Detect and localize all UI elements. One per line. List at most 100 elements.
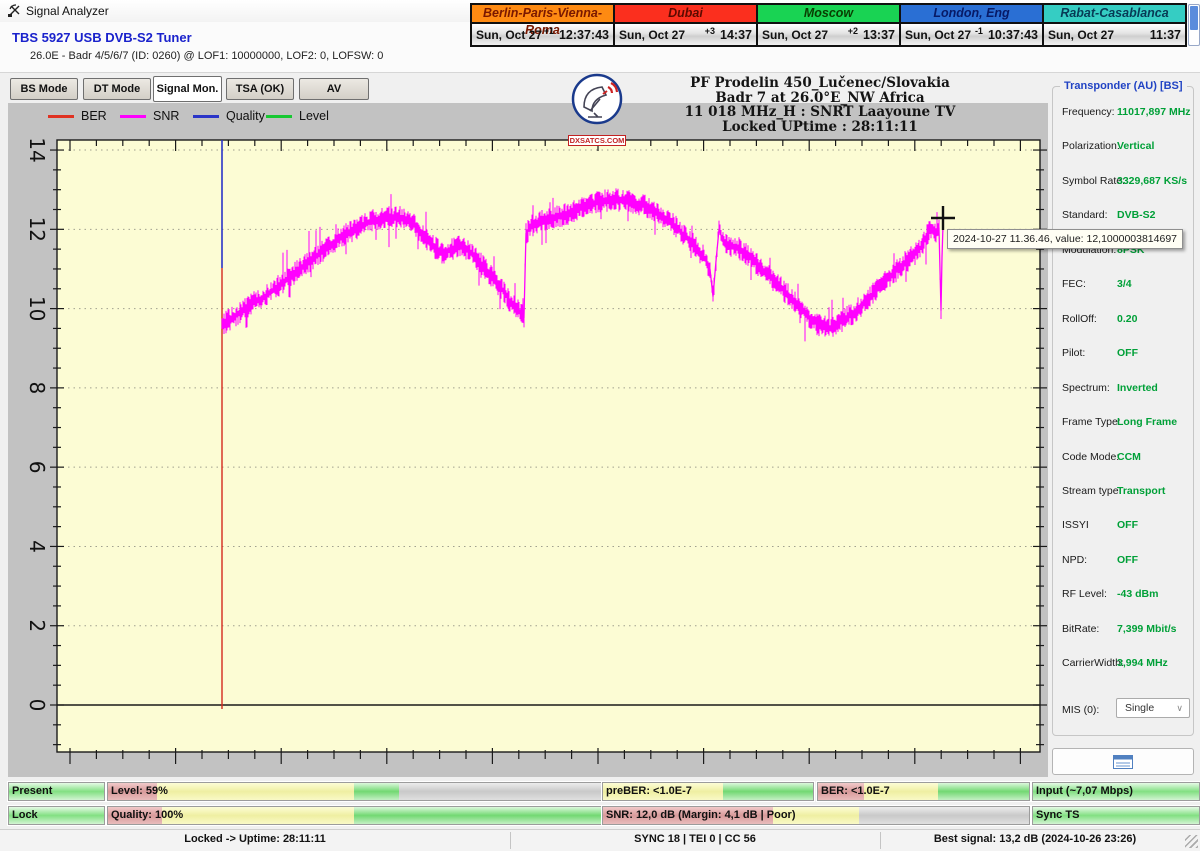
clock-utc-offset: +3 <box>705 26 715 36</box>
transponder-row: RF Level: -43 dBm <box>1056 588 1192 602</box>
clock-city: Berlin-Paris-Vienna-Roma <box>472 5 613 24</box>
transponder-row-value: OFF <box>1117 554 1138 566</box>
transponder-row-label: NPD: <box>1062 554 1087 566</box>
clock-time: 10:37:43 <box>988 28 1038 42</box>
tab-av[interactable]: AV (Stopped) <box>299 78 369 100</box>
transponder-row: Standard:DVB-S2 <box>1056 209 1192 223</box>
clock-utc-offset: +2 <box>848 26 858 36</box>
transponder-title: Transponder (AU) [BS] <box>1060 80 1187 92</box>
satellite-dish-icon <box>570 73 624 125</box>
app-icon <box>7 3 22 18</box>
quality-swatch <box>193 115 219 118</box>
cursor-value-tooltip: 2024-10-27 11.36.46, value: 12,100000381… <box>947 229 1183 249</box>
svg-text:0: 0 <box>25 699 49 712</box>
transponder-row-label: Code Mode: <box>1062 451 1119 463</box>
signal-chart[interactable]: 02468101214 <box>8 103 1048 777</box>
transponder-row-label: RF Level: <box>1062 588 1107 600</box>
bar-segment-yellow <box>157 783 354 800</box>
transponder-row: RollOff:0.20 <box>1056 313 1192 327</box>
clock-city: Moscow <box>758 5 899 24</box>
tab-signal-mon[interactable]: Signal Mon. <box>153 76 222 102</box>
bar-segment-green <box>723 783 813 800</box>
clock-time: 11:37 <box>1150 28 1181 42</box>
clock-utc-offset: -1 <box>975 26 983 36</box>
list-icon <box>1113 755 1133 769</box>
clock-strip-handle[interactable] <box>1188 4 1200 46</box>
transponder-row-label: CarrierWidth: <box>1062 657 1124 669</box>
transponder-row-label: Stream type: <box>1062 485 1122 497</box>
preber-label: preBER: <1.0E-7 <box>606 783 692 800</box>
ts-stream-button[interactable] <box>1052 748 1194 775</box>
transponder-row-value: Transport <box>1117 485 1165 497</box>
clock-date: Sun, Oct 27 <box>1048 28 1114 42</box>
legend-label: BER <box>81 109 107 123</box>
logo-text: DXSATCS.COM <box>568 135 627 146</box>
clock-london: London, Eng Sun, Oct 27-110:37:43 <box>899 3 1044 47</box>
transponder-row-value: DVB-S2 <box>1117 209 1156 221</box>
transponder-row-value: -43 dBm <box>1117 588 1158 600</box>
level-label: Level: 59% <box>111 783 168 800</box>
snr-label: SNR: 12,0 dB (Margin: 4,1 dB | Poor) <box>606 807 796 824</box>
chart-title-line2: Badr 7 at 26.0°E_NW Africa <box>650 91 990 106</box>
chart-title-line3: 11 018 MHz_H : SNRT Laayoune TV <box>650 105 990 120</box>
clock-city: London, Eng <box>901 5 1042 24</box>
clock-time: 13:37 <box>863 28 895 42</box>
chart-title: PF Prodelin 450_Lučenec/Slovakia Badr 7 … <box>650 76 990 134</box>
transponder-row-value: 7,399 Mbit/s <box>1117 623 1177 635</box>
bar-segment-green <box>354 783 398 800</box>
window-title: Signal Analyzer <box>26 4 109 18</box>
svg-text:4: 4 <box>25 540 49 553</box>
statusbar-divider <box>880 832 881 849</box>
legend-item-quality: Quality <box>193 109 265 123</box>
ber-label: BER: <1.0E-7 <box>821 783 890 800</box>
legend-item-level: Level <box>266 109 329 123</box>
transponder-row: Pilot:OFF <box>1056 347 1192 361</box>
lock-indicator: Lock <box>8 806 105 825</box>
transponder-row-label: Pilot: <box>1062 347 1085 359</box>
transponder-row-value: Vertical <box>1117 140 1154 152</box>
transponder-row-value: 3329,687 KS/s <box>1117 175 1187 187</box>
svg-text:8: 8 <box>25 382 49 395</box>
tab-dt-mode[interactable]: DT Mode <box>83 78 151 100</box>
transponder-row-label: Spectrum: <box>1062 382 1110 394</box>
legend-item-snr: SNR <box>120 109 179 123</box>
clock-moscow: Moscow Sun, Oct 27 +2 13:37 <box>756 3 901 47</box>
resize-grip[interactable] <box>1185 835 1198 848</box>
transponder-row: Stream type:Transport <box>1056 485 1192 499</box>
transponder-row: FEC:3/4 <box>1056 278 1192 292</box>
clock-time: 12:37:43 <box>559 28 609 42</box>
transponder-row-value: 3/4 <box>1117 278 1132 290</box>
syncts-label: Sync TS <box>1036 807 1079 824</box>
transponder-row: ISSYIOFF <box>1056 519 1192 533</box>
statusbar: Locked -> Uptime: 28:11:11 SYNC 18 | TEI… <box>0 829 1200 851</box>
status-best-signal: Best signal: 13,2 dB (2024-10-26 23:26) <box>880 833 1190 845</box>
clock-berlin: Berlin-Paris-Vienna-Roma Sun, Oct 27+1 12… <box>470 3 615 47</box>
transponder-row: NPD: OFF <box>1056 554 1192 568</box>
chevron-down-icon: ∨ <box>1176 699 1183 718</box>
tab-bs-mode[interactable]: BS Mode <box>10 78 78 100</box>
dxsatcs-logo: DXSATCS.COM <box>566 73 628 148</box>
clock-date: Sun, Oct 27 <box>762 28 828 42</box>
clock-utc-offset: +1 <box>544 26 554 36</box>
transponder-row-label: Frequency: <box>1062 106 1115 118</box>
tab-tsa[interactable]: TSA (OK) <box>226 78 294 100</box>
clock-city: Rabat-Casablanca <box>1044 5 1185 24</box>
clock-date: Sun, Oct 27 <box>476 28 542 42</box>
ber-bar: BER: <1.0E-7 <box>817 782 1030 801</box>
bar-segment-green <box>938 783 1029 800</box>
clock-date: Sun, Oct 27 <box>619 28 685 42</box>
transponder-row-value: Long Frame <box>1117 416 1177 428</box>
world-clocks: Berlin-Paris-Vienna-Roma Sun, Oct 27+112… <box>470 3 1187 47</box>
chart-title-line4: Locked UPtime : 28:11:11 <box>650 120 990 135</box>
transponder-row-label: BitRate: <box>1062 623 1099 635</box>
legend-label: Quality <box>226 109 265 123</box>
status-uptime: Locked -> Uptime: 28:11:11 <box>0 833 510 845</box>
transponder-row-label: Frame Type: <box>1062 416 1121 428</box>
mis-dropdown[interactable]: Single∨ <box>1116 698 1190 718</box>
legend-label: SNR <box>153 109 179 123</box>
lock-label: Lock <box>12 807 38 824</box>
transponder-row: Symbol Rate:3329,687 KS/s <box>1056 175 1192 189</box>
tuner-name: TBS 5927 USB DVB-S2 Tuner <box>12 30 192 45</box>
input-label: Input (~7,07 Mbps) <box>1036 783 1133 800</box>
preber-bar: preBER: <1.0E-7 <box>602 782 814 801</box>
